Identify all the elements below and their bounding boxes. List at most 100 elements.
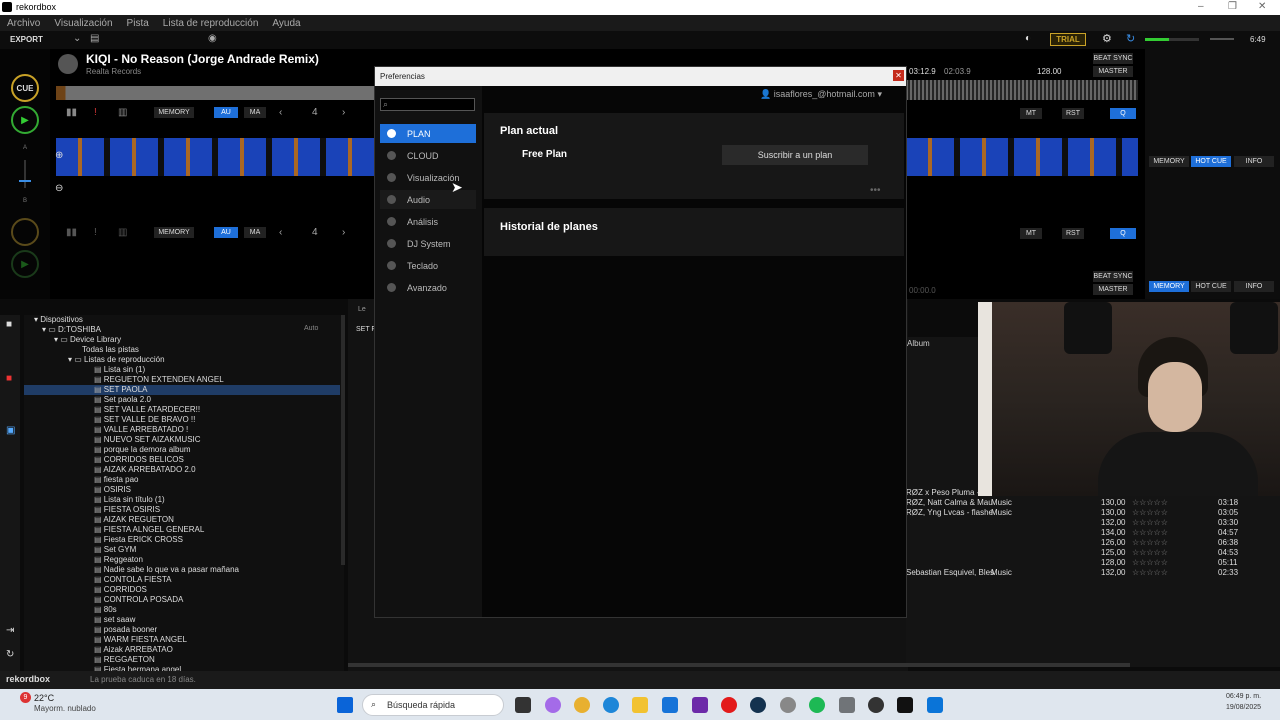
clock-date[interactable]: 19/08/2025 bbox=[1226, 704, 1261, 711]
rekordbox-taskbar-icon[interactable] bbox=[897, 697, 913, 713]
minimize-icon[interactable]: – bbox=[1198, 1, 1204, 12]
sync-icon[interactable]: ↻ bbox=[1126, 32, 1135, 45]
table-row[interactable]: Sebastian Esquivel, Bles Music 132,00 02:33… bbox=[906, 568, 1280, 578]
zoom-out-icon[interactable]: ⊖ bbox=[55, 183, 63, 194]
memory-button[interactable]: MEMORY bbox=[154, 227, 194, 238]
tree-drive[interactable]: ▾ ▭ D:TOSHIBA bbox=[42, 325, 101, 335]
nav-teclado[interactable]: Teclado bbox=[380, 256, 476, 275]
settings-gear-icon[interactable]: ⚙ bbox=[1102, 32, 1112, 45]
steam-icon[interactable] bbox=[750, 697, 766, 713]
zoom-in-icon[interactable]: ⊕ bbox=[55, 150, 63, 161]
playlist-item[interactable]: ▤ SET VALLE DE BRAVO !! bbox=[24, 415, 340, 425]
table-row[interactable]: 126,00 06:38 ☆☆☆☆☆ bbox=[906, 538, 1280, 548]
loop-icon[interactable]: ▮▮ bbox=[66, 227, 77, 238]
memory-tab[interactable]: MEMORY bbox=[1149, 281, 1189, 292]
beat-next-icon[interactable]: › bbox=[342, 107, 345, 118]
rating-stars-icon[interactable]: ☆☆☆☆☆ bbox=[1132, 558, 1168, 568]
playlist-item[interactable]: ▤ Nadie sabe lo que va a pasar mañana bbox=[24, 565, 340, 575]
rating-stars-icon[interactable]: ☆☆☆☆☆ bbox=[1132, 548, 1168, 558]
nav-avanzado[interactable]: Avanzado bbox=[380, 278, 476, 297]
playlist-item[interactable]: ▤ 80s bbox=[24, 605, 340, 615]
quantize-button[interactable]: Q bbox=[1110, 108, 1136, 119]
table-row[interactable]: RØZ, Yng Lvcas - flashe Music 130,00 03:05 ☆… bbox=[906, 508, 1280, 518]
playlist-item[interactable]: ▤ CONTOLA FIESTA bbox=[24, 575, 340, 585]
quantize-button[interactable]: Q bbox=[1110, 228, 1136, 239]
rst-button[interactable]: RST bbox=[1062, 228, 1084, 239]
playlist-item[interactable]: ▤ OSIRIS bbox=[24, 485, 340, 495]
rating-stars-icon[interactable]: ☆☆☆☆☆ bbox=[1132, 568, 1168, 578]
play-button[interactable]: ▶ bbox=[11, 106, 39, 134]
playlist-item[interactable]: ▤ porque la demora album bbox=[24, 445, 340, 455]
playlist-item[interactable]: ▤ Lista sin título (1) bbox=[24, 495, 340, 505]
playlist-item[interactable]: ▤ Fiesta ERICK CROSS bbox=[24, 535, 340, 545]
explorer-icon[interactable] bbox=[632, 697, 648, 713]
master-button[interactable]: MASTER bbox=[1093, 66, 1133, 77]
menu-pista[interactable]: Pista bbox=[127, 18, 149, 29]
au-button[interactable]: AU bbox=[214, 107, 238, 118]
hotcue-tab[interactable]: HOT CUE bbox=[1191, 281, 1231, 292]
rating-stars-icon[interactable]: ☆☆☆☆☆ bbox=[1132, 538, 1168, 548]
chrome-icon[interactable] bbox=[574, 697, 590, 713]
playlist-item[interactable]: ▤ CORRIDOS bbox=[24, 585, 340, 595]
hotcue-tab[interactable]: HOT CUE bbox=[1191, 156, 1231, 167]
table-row[interactable]: 125,00 04:53 ☆☆☆☆☆ bbox=[906, 548, 1280, 558]
table-row[interactable]: RØZ, Natt Calma & Mau Music 130,00 03:18 ☆☆☆… bbox=[906, 498, 1280, 508]
clock-time[interactable]: 06:49 p. m. bbox=[1226, 693, 1261, 700]
mode-chevron-icon[interactable]: ⌄ bbox=[73, 33, 81, 44]
playlist-item[interactable]: ▤ FIESTA ALNGEL GENERAL bbox=[24, 525, 340, 535]
memory-tab[interactable]: MEMORY bbox=[1149, 156, 1189, 167]
playlist-item[interactable]: ▤ Aizak ARREBATAO bbox=[24, 645, 340, 655]
cue-button[interactable]: CUE bbox=[11, 74, 39, 102]
settings-icon[interactable] bbox=[839, 697, 855, 713]
mt-button[interactable]: MT bbox=[1020, 108, 1042, 119]
weather-desc[interactable]: Mayorm. nublado bbox=[34, 704, 96, 713]
au-button[interactable]: AU bbox=[214, 227, 238, 238]
app-icon[interactable] bbox=[780, 697, 796, 713]
playlist-item[interactable]: ▤ FIESTA OSIRIS bbox=[24, 505, 340, 515]
table-row[interactable]: 134,00 04:57 ☆☆☆☆☆ bbox=[906, 528, 1280, 538]
playlist-item[interactable]: ▤ posada booner bbox=[24, 625, 340, 635]
grid-icon[interactable]: ▥ bbox=[118, 227, 127, 238]
playlist-item[interactable]: ▤ CONTROLA POSADA bbox=[24, 595, 340, 605]
info-tab[interactable]: INFO bbox=[1234, 156, 1274, 167]
cue-marker-icon[interactable]: ! bbox=[94, 107, 97, 118]
subscribe-button[interactable]: Suscribir a un plan bbox=[722, 145, 868, 165]
maximize-icon[interactable]: ❐ bbox=[1228, 1, 1237, 12]
tree-listas[interactable]: ▾ ▭ Listas de reproducción bbox=[68, 355, 165, 365]
playlist-item[interactable]: ▤ SET VALLE ATARDECER!! bbox=[24, 405, 340, 415]
beat-sync-button[interactable]: BEAT SYNC bbox=[1093, 271, 1133, 282]
info-icon[interactable]: ◐ bbox=[1025, 33, 1031, 44]
taskbar-search[interactable]: ⌕ Búsqueda rápida bbox=[362, 694, 504, 716]
devices-icon[interactable]: ▣ bbox=[6, 425, 15, 436]
volume-slider[interactable] bbox=[1210, 38, 1234, 40]
playlist-item[interactable]: ▤ NUEVO SET AIZAKMUSIC bbox=[24, 435, 340, 445]
playlist-item[interactable]: ▤ SET PAOLA bbox=[24, 385, 340, 395]
playlist-item[interactable]: ▤ Set paola 2.0 bbox=[24, 395, 340, 405]
deck1-waveform[interactable] bbox=[56, 138, 374, 176]
overview-waveform[interactable] bbox=[56, 86, 374, 100]
account-menu[interactable]: 👤 isaaflores_@hotmail.com ▾ bbox=[760, 89, 882, 100]
tree-scrollbar[interactable] bbox=[341, 315, 345, 565]
menu-visualizacion[interactable]: Visualización bbox=[54, 18, 112, 29]
playlist-item[interactable]: ▤ Lista sin (1) bbox=[24, 365, 340, 375]
weather-temp[interactable]: 22°C bbox=[34, 693, 54, 703]
record-icon[interactable]: ◉ bbox=[208, 33, 217, 44]
import-icon[interactable]: ⇥ bbox=[6, 625, 14, 636]
nav-analisis[interactable]: Análisis bbox=[380, 212, 476, 231]
list-tab[interactable]: Le bbox=[358, 306, 366, 313]
nav-plan[interactable]: PLAN bbox=[380, 124, 476, 143]
info-tab[interactable]: INFO bbox=[1234, 281, 1274, 292]
tree-todas[interactable]: Todas las pistas bbox=[82, 345, 139, 355]
playlist-item[interactable]: ▤ Set GYM bbox=[24, 545, 340, 555]
auto-badge[interactable]: Auto bbox=[304, 325, 318, 332]
opera-icon[interactable] bbox=[721, 697, 737, 713]
master-button[interactable]: MASTER bbox=[1093, 284, 1133, 295]
nav-dj-system[interactable]: DJ System bbox=[380, 234, 476, 253]
grid-icon[interactable]: ▥ bbox=[118, 107, 127, 118]
playlist-item[interactable]: ▤ fiesta pao bbox=[24, 475, 340, 485]
outlook-icon[interactable] bbox=[662, 697, 678, 713]
playlist-item[interactable]: ▤ REGUETON EXTENDEN ANGEL bbox=[24, 375, 340, 385]
app-icon[interactable] bbox=[927, 697, 943, 713]
tempo-slider[interactable] bbox=[19, 160, 31, 188]
dialog-close-button[interactable]: ✕ bbox=[893, 70, 904, 81]
